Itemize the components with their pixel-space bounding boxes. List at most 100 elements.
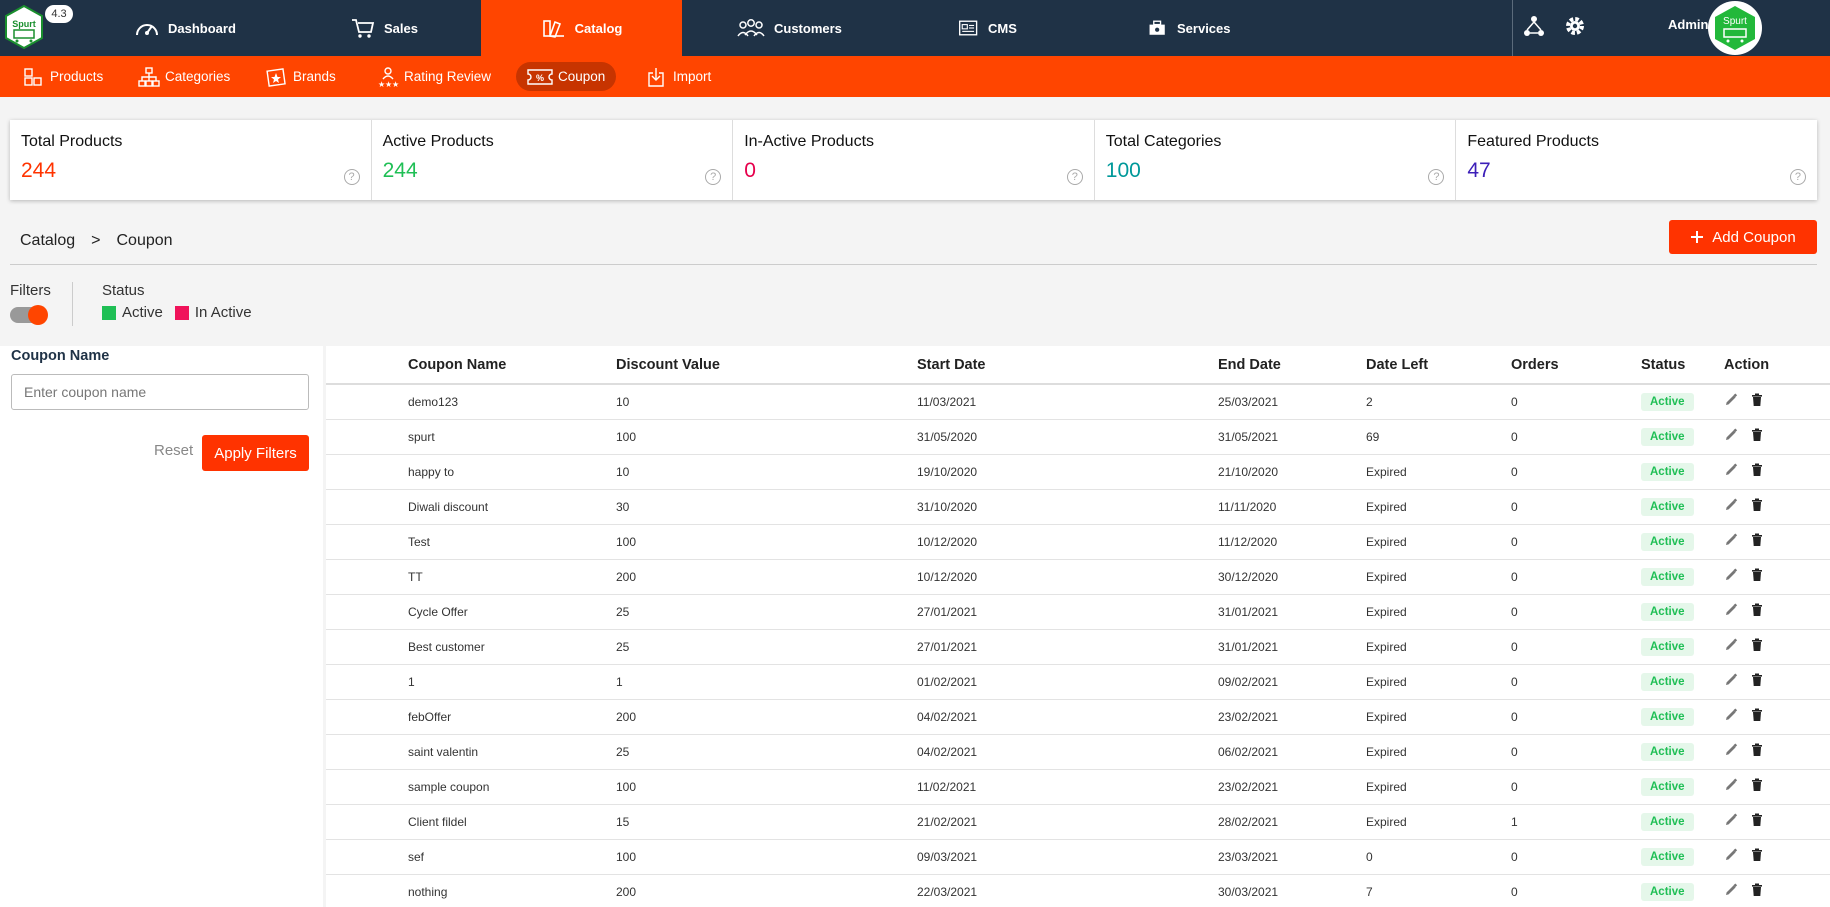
nav-catalog[interactable]: Catalog <box>481 0 682 56</box>
edit-icon[interactable] <box>1724 813 1738 827</box>
add-coupon-button[interactable]: Add Coupon <box>1669 220 1817 254</box>
nav-label: CMS <box>988 20 1017 36</box>
table-row[interactable]: saint valentin 25 04/02/2021 06/02/2021 Expi… <box>326 734 1830 770</box>
trash-icon[interactable] <box>1750 393 1764 407</box>
edit-icon[interactable] <box>1724 673 1738 687</box>
spurt-logo[interactable]: Spurt <box>4 4 44 50</box>
status-badge: Active <box>1641 707 1694 726</box>
nav-dashboard[interactable]: Dashboard <box>134 0 236 56</box>
network-icon[interactable] <box>1522 14 1546 38</box>
header-start-date[interactable]: Start Date <box>917 346 1218 385</box>
nav-sales[interactable]: Sales <box>350 0 418 56</box>
filters-toggle[interactable] <box>10 305 48 325</box>
cell-end-date: 31/01/2021 <box>1218 594 1366 630</box>
edit-icon[interactable] <box>1724 603 1738 617</box>
status-badge: Active <box>1641 602 1694 621</box>
edit-icon[interactable] <box>1724 638 1738 652</box>
trash-icon[interactable] <box>1750 533 1764 547</box>
table-row[interactable]: TT 200 10/12/2020 30/12/2020 Expired 0 Active <box>326 559 1830 595</box>
edit-icon[interactable] <box>1724 848 1738 862</box>
subnav-import[interactable]: Import <box>635 62 721 91</box>
trash-icon[interactable] <box>1750 428 1764 442</box>
cell-start-date: 04/02/2021 <box>917 699 1218 735</box>
cell-orders: 0 <box>1511 384 1641 420</box>
table-header-row: Coupon Name Discount Value Start Date En… <box>326 346 1830 385</box>
edit-icon[interactable] <box>1724 743 1738 757</box>
admin-label[interactable]: Admin <box>1668 17 1708 32</box>
trash-icon[interactable] <box>1750 813 1764 827</box>
help-icon[interactable]: ? <box>1066 169 1083 185</box>
table-row[interactable]: demo123 10 11/03/2021 25/03/2021 2 0 Active <box>326 384 1830 420</box>
table-row[interactable]: Diwali discount 30 31/10/2020 11/11/2020 Exp… <box>326 489 1830 525</box>
edit-icon[interactable] <box>1724 533 1738 547</box>
cell-coupon-name: nothing <box>408 874 616 907</box>
subnav-brands[interactable]: Brands <box>255 62 346 91</box>
edit-icon[interactable] <box>1724 463 1738 477</box>
reset-button[interactable]: Reset <box>154 442 193 459</box>
cell-start-date: 04/02/2021 <box>917 734 1218 770</box>
trash-icon[interactable] <box>1750 708 1764 722</box>
trash-icon[interactable] <box>1750 568 1764 582</box>
edit-icon[interactable] <box>1724 568 1738 582</box>
subnav-products[interactable]: Products <box>12 62 113 91</box>
table-row[interactable]: 1 1 01/02/2021 09/02/2021 Expired 0 Active <box>326 664 1830 700</box>
nav-customers[interactable]: Customers <box>736 0 842 56</box>
table-row[interactable]: sef 100 09/03/2021 23/03/2021 0 0 Active <box>326 839 1830 875</box>
table-row[interactable]: Test 100 10/12/2020 11/12/2020 Expired 0 Activ… <box>326 524 1830 560</box>
header-status[interactable]: Status <box>1641 346 1724 385</box>
edit-icon[interactable] <box>1724 708 1738 722</box>
trash-icon[interactable] <box>1750 743 1764 757</box>
table-row[interactable]: febOffer 200 04/02/2021 23/02/2021 Expired 0 A… <box>326 699 1830 735</box>
header-discount-value[interactable]: Discount Value <box>616 346 917 385</box>
subnav-rating-review[interactable]: ★ ★ ★ Rating Review <box>366 62 501 91</box>
cell-status: Active <box>1641 699 1724 735</box>
cell-start-date: 31/10/2020 <box>917 489 1218 525</box>
trash-icon[interactable] <box>1750 778 1764 792</box>
trash-icon[interactable] <box>1750 603 1764 617</box>
edit-icon[interactable] <box>1724 778 1738 792</box>
avatar[interactable]: Spurt <box>1708 1 1762 55</box>
header-end-date[interactable]: End Date <box>1218 346 1366 385</box>
apply-filters-button[interactable]: Apply Filters <box>202 435 309 471</box>
cell-date-left: 0 <box>1366 839 1511 875</box>
help-icon[interactable]: ? <box>1789 169 1806 185</box>
table-row[interactable]: spurt 100 31/05/2020 31/05/2021 69 0 Active <box>326 419 1830 455</box>
table-row[interactable]: sample coupon 100 11/02/2021 23/02/2021 Expi… <box>326 769 1830 805</box>
edit-icon[interactable] <box>1724 393 1738 407</box>
table-row[interactable]: nothing 200 22/03/2021 30/03/2021 7 0 Active <box>326 874 1830 907</box>
trash-icon[interactable] <box>1750 848 1764 862</box>
nav-services[interactable]: Services <box>1147 0 1231 56</box>
table-row[interactable]: Cycle Offer 25 27/01/2021 31/01/2021 Expired… <box>326 594 1830 630</box>
svg-text:★: ★ <box>392 80 399 88</box>
cell-coupon-name: spurt <box>408 419 616 455</box>
status-badge: Active <box>1641 392 1694 411</box>
edit-icon[interactable] <box>1724 883 1738 897</box>
table-row[interactable]: happy to 10 19/10/2020 21/10/2020 Expired 0 Ac… <box>326 454 1830 490</box>
trash-icon[interactable] <box>1750 498 1764 512</box>
cell-coupon-name: Client fildel <box>408 804 616 840</box>
trash-icon[interactable] <box>1750 463 1764 477</box>
trash-icon[interactable] <box>1750 883 1764 897</box>
coupon-name-input[interactable] <box>11 374 309 410</box>
edit-icon[interactable] <box>1724 428 1738 442</box>
header-orders[interactable]: Orders <box>1511 346 1641 385</box>
header-date-left[interactable]: Date Left <box>1366 346 1511 385</box>
cell-spacer <box>326 664 408 700</box>
breadcrumb-parent[interactable]: Catalog <box>20 232 75 250</box>
subnav-categories[interactable]: Categories <box>127 62 240 91</box>
cell-date-left: Expired <box>1366 559 1511 595</box>
header-coupon-name[interactable]: Coupon Name <box>408 346 616 385</box>
cell-orders: 0 <box>1511 734 1641 770</box>
table-row[interactable]: Client fildel 15 21/02/2021 28/02/2021 Expir… <box>326 804 1830 840</box>
subnav-coupon[interactable]: % Coupon <box>516 62 616 91</box>
stat-title: Total Products <box>21 133 123 150</box>
gear-icon[interactable] <box>1563 14 1587 38</box>
help-icon[interactable]: ? <box>343 169 360 185</box>
edit-icon[interactable] <box>1724 498 1738 512</box>
cell-orders: 1 <box>1511 804 1641 840</box>
header-action: Action <box>1724 346 1830 385</box>
trash-icon[interactable] <box>1750 673 1764 687</box>
nav-cms[interactable]: CMS <box>958 0 1017 56</box>
table-row[interactable]: Best customer 25 27/01/2021 31/01/2021 Expir… <box>326 629 1830 665</box>
trash-icon[interactable] <box>1750 638 1764 652</box>
